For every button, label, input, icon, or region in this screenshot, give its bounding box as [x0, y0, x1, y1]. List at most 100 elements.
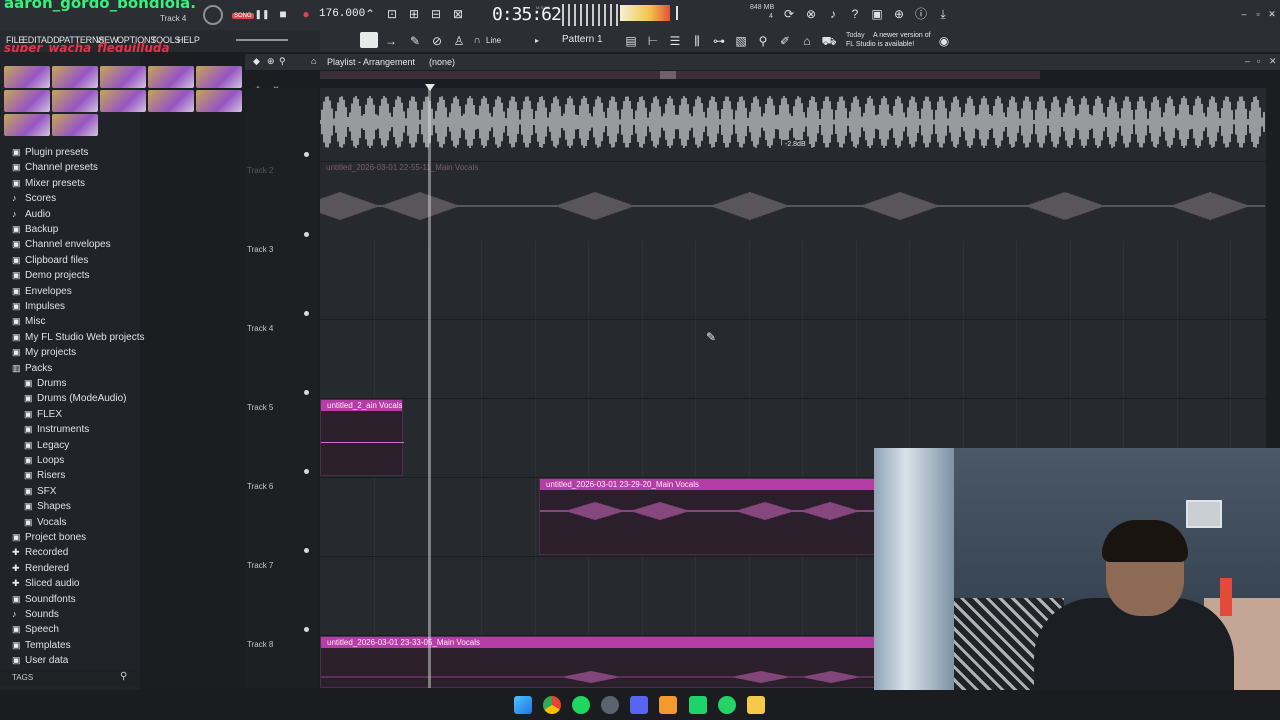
- browser-item[interactable]: ▣ Project bones: [12, 530, 86, 544]
- touch-keyboard-icon[interactable]: ⌂: [798, 32, 816, 50]
- track-header-label[interactable]: Track 4: [247, 324, 273, 333]
- cart-icon[interactable]: ⛟: [820, 32, 838, 50]
- browser-item[interactable]: ✚ Sliced audio: [12, 576, 79, 590]
- track-3-lane[interactable]: [320, 241, 1266, 320]
- browser-item[interactable]: ▣ Impulses: [12, 299, 65, 313]
- track-1-dot[interactable]: [304, 152, 309, 157]
- menu-help[interactable]: HELP: [177, 35, 200, 45]
- help-icon[interactable]: ?: [846, 5, 864, 23]
- track-4-lane[interactable]: [320, 320, 1266, 399]
- playlist-close-icon[interactable]: ✕: [1269, 56, 1277, 67]
- capcut-icon[interactable]: [689, 696, 707, 714]
- stop-icon[interactable]: ■: [274, 5, 292, 23]
- track-select-dot[interactable]: [304, 311, 309, 316]
- stamp-icon[interactable]: ♙: [450, 32, 468, 50]
- tool-picker-icon[interactable]: ✐: [776, 32, 794, 50]
- zoom-icon[interactable]: ⚲: [279, 56, 286, 67]
- track-header-label[interactable]: Track 6: [247, 482, 273, 491]
- update-notice-line2[interactable]: FL Studio is available!: [846, 41, 914, 48]
- metronome-icon[interactable]: ⌃: [361, 5, 379, 23]
- browser-item[interactable]: ▣ Instruments: [24, 422, 89, 436]
- record-dial-icon[interactable]: [203, 5, 223, 25]
- track-select-dot[interactable]: [304, 469, 309, 474]
- browser-item[interactable]: ▣ Vocals: [24, 515, 66, 529]
- master-volume-slider[interactable]: [676, 6, 678, 20]
- plugin-database-icon[interactable]: ▧: [732, 32, 750, 50]
- playlist-pattern[interactable]: (none): [429, 57, 455, 67]
- playlist-options-icon[interactable]: ◆: [253, 56, 260, 67]
- playhead-marker-icon[interactable]: [425, 84, 435, 91]
- track-select-dot[interactable]: [304, 390, 309, 395]
- horizontal-scrollbar[interactable]: [320, 71, 1040, 79]
- magnet-icon[interactable]: ∩: [468, 32, 486, 50]
- browser-item[interactable]: ▣ FLEX: [24, 407, 62, 421]
- browser-item[interactable]: ▣ Templates: [12, 638, 71, 652]
- loop-record-icon[interactable]: ⊟: [427, 5, 445, 23]
- track-header-label[interactable]: Track 7: [247, 561, 273, 570]
- playhead[interactable]: [428, 88, 431, 688]
- playlist-minimize-icon[interactable]: –: [1245, 56, 1250, 66]
- mixer-icon[interactable]: ⊗: [802, 5, 820, 23]
- snap-toggle-icon[interactable]: [360, 32, 378, 48]
- browser-item[interactable]: ▣ Drums: [24, 376, 66, 390]
- song-mode-button[interactable]: SONG: [232, 13, 254, 19]
- pattern-selector[interactable]: Pattern 1: [562, 34, 603, 45]
- chrome-icon[interactable]: [543, 696, 561, 714]
- playlist-maximize-icon[interactable]: ▫: [1257, 56, 1260, 66]
- browser-item[interactable]: ▥ Packs: [12, 361, 52, 375]
- song-time-display[interactable]: 0:35:62: [492, 4, 562, 25]
- browser-item[interactable]: ▣ Shapes: [24, 499, 71, 513]
- piano-roll-icon[interactable]: ☰: [666, 32, 684, 50]
- browser-item[interactable]: ✚ Recorded: [12, 545, 68, 559]
- browser-item[interactable]: ▣ User data: [12, 653, 68, 667]
- mixer-view-icon[interactable]: ⫼: [688, 32, 706, 50]
- track-1-lane[interactable]: -2.8dB: [320, 88, 1266, 162]
- browser-item[interactable]: ♪ Audio: [12, 207, 51, 221]
- microphone-icon[interactable]: ♪: [824, 5, 842, 23]
- track-select-dot[interactable]: [304, 548, 309, 553]
- info-icon[interactable]: ⓘ: [912, 5, 930, 23]
- update-notice-line1[interactable]: A newer version of: [873, 32, 931, 39]
- track-header-label[interactable]: Track 2: [247, 166, 273, 175]
- save-icon[interactable]: ▣: [868, 5, 886, 23]
- track-select-dot[interactable]: [304, 232, 309, 237]
- download-icon[interactable]: ⤓: [934, 5, 952, 23]
- browser-item[interactable]: ▣ Channel presets: [12, 160, 98, 174]
- snap-select[interactable]: Line: [486, 36, 501, 45]
- countdown-icon[interactable]: ⊞: [405, 5, 423, 23]
- browser-item[interactable]: ▣ Misc: [12, 314, 46, 328]
- browser-item[interactable]: ▣ SFX: [24, 484, 56, 498]
- pencil-icon[interactable]: ✎: [406, 32, 424, 50]
- search-icon[interactable]: ⚲: [120, 671, 127, 682]
- track-header-label[interactable]: Track 3: [247, 245, 273, 254]
- track-header-label[interactable]: Track 8: [247, 640, 273, 649]
- browser-item[interactable]: ▣ Envelopes: [12, 284, 72, 298]
- browser-item[interactable]: ▣ Plugin presets: [12, 145, 88, 159]
- clip-track-2[interactable]: untitled_2026-03-01 22-55-11_Main Vocals: [320, 162, 1266, 241]
- browser-item[interactable]: ▣ Legacy: [24, 438, 69, 452]
- browser-item[interactable]: ▣ Mixer presets: [12, 176, 85, 190]
- spotify-icon[interactable]: [572, 696, 590, 714]
- file-explorer-icon[interactable]: [747, 696, 765, 714]
- browser-item[interactable]: ▣ My projects: [12, 345, 76, 359]
- browser-item[interactable]: ▣ Speech: [12, 622, 59, 636]
- browser-item[interactable]: ♪ Scores: [12, 191, 56, 205]
- track-header-label[interactable]: Track 5: [247, 403, 273, 412]
- link-icon[interactable]: ⊘: [428, 32, 446, 50]
- clip-track-2-title[interactable]: untitled_2026-03-01 22-55-11_Main Vocals: [320, 162, 1266, 173]
- fl-studio-icon[interactable]: [659, 696, 677, 714]
- browser-item[interactable]: ▣ Clipboard files: [12, 253, 88, 267]
- pattern-prev-icon[interactable]: ▸: [528, 32, 546, 50]
- browser-item[interactable]: ▣ Soundfonts: [12, 592, 76, 606]
- playlist-menu-icon[interactable]: ⌂: [311, 56, 316, 66]
- clip-track-5-title[interactable]: untitled_2_ain Vocals: [321, 400, 402, 411]
- whatsapp-icon[interactable]: [718, 696, 736, 714]
- fl-logo-icon[interactable]: ◉: [935, 32, 953, 50]
- browser-item[interactable]: ▣ My FL Studio Web projects: [12, 330, 145, 344]
- channel-rack-icon[interactable]: ⊢: [644, 32, 662, 50]
- browser-item[interactable]: ▣ Drums (ModeAudio): [24, 391, 126, 405]
- browser-item[interactable]: ▣ Backup: [12, 222, 58, 236]
- browser-item[interactable]: ▣ Loops: [24, 453, 64, 467]
- plugin-icon[interactable]: ⊕: [890, 5, 908, 23]
- browser-item[interactable]: ▣ Demo projects: [12, 268, 89, 282]
